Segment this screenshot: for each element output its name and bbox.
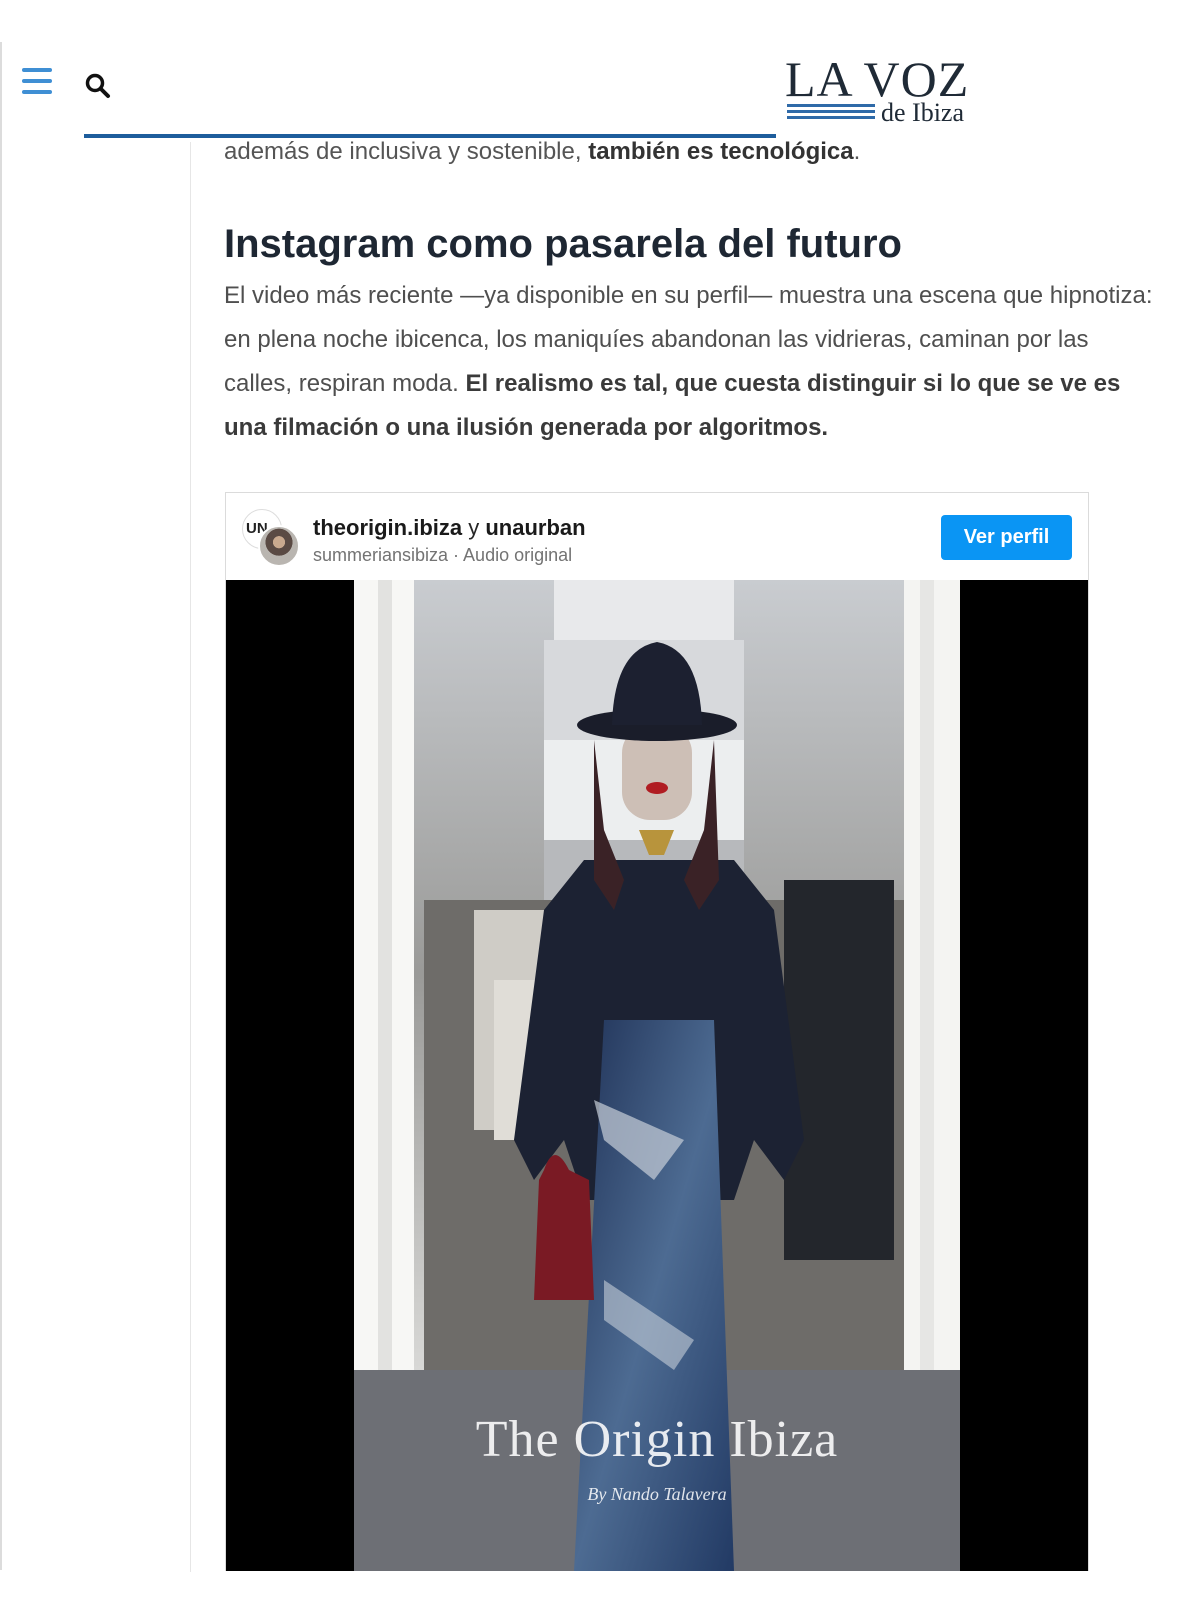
embed-usernames: theorigin.ibiza y unaurban (313, 515, 586, 540)
instagram-embed: UN theorigin.ibiza y unaurban summerians… (225, 492, 1089, 1571)
lead-text-bold: también es tecnológica (588, 138, 854, 165)
video-watermark: The Origin Ibiza (475, 1411, 839, 1468)
video-player[interactable]: The Origin Ibiza By Nando Talavera (226, 580, 1088, 1571)
content-divider (190, 142, 191, 1572)
search-icon[interactable] (84, 72, 112, 100)
section-heading: Instagram como pasarela del futuro (224, 222, 902, 266)
article-paragraph: El video más reciente —ya disponible en … (224, 282, 1153, 441)
hamburger-menu-icon[interactable] (22, 68, 52, 96)
video-frame: The Origin Ibiza By Nando Talavera (354, 580, 960, 1571)
audio-info[interactable]: summeriansibiza · Audio original (313, 545, 572, 566)
lead-text: además de inclusiva y sostenible, tambié… (224, 138, 861, 165)
username-unaurban[interactable]: unaurban (485, 515, 585, 540)
logo-subtitle: de Ibiza (881, 98, 965, 127)
avatar[interactable]: UN (242, 509, 300, 567)
avatar-photo (258, 525, 300, 567)
view-profile-button[interactable]: Ver perfil (941, 515, 1072, 560)
logo-stripes (787, 104, 875, 122)
site-logo[interactable]: LA VOZ de Ibiza (785, 52, 985, 127)
embed-header: UN theorigin.ibiza y unaurban summerians… (226, 493, 1088, 580)
page-edge-line (0, 42, 2, 1570)
username-theorigin[interactable]: theorigin.ibiza (313, 515, 462, 540)
video-credit: By Nando Talavera (587, 1484, 727, 1504)
